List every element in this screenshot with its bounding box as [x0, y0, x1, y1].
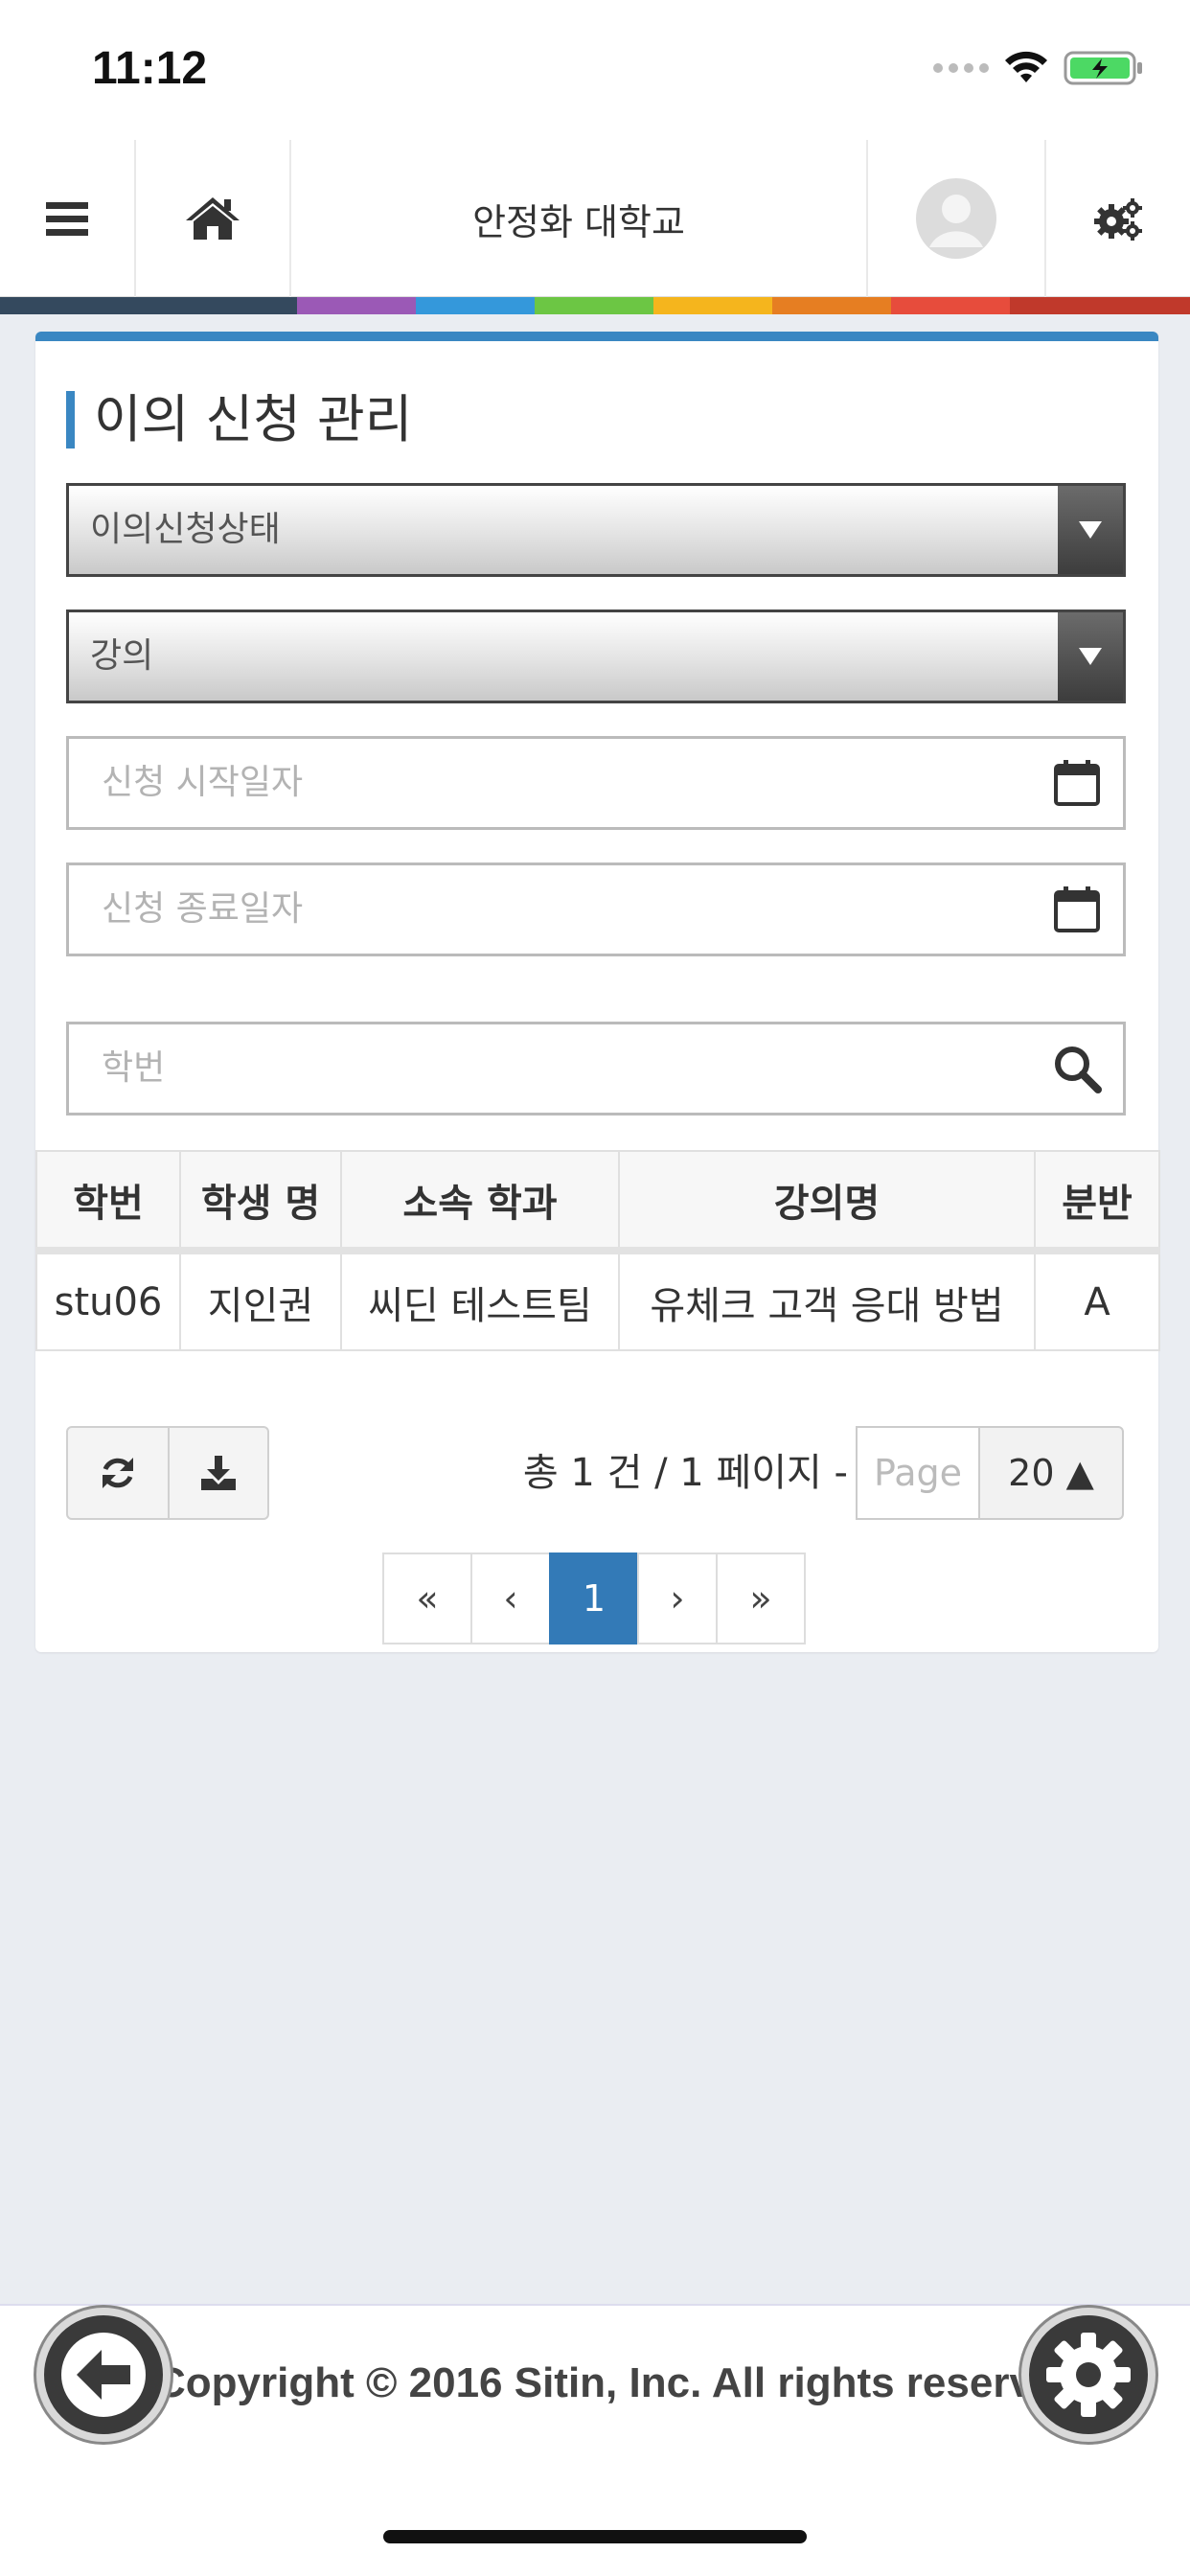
arrow-left-icon [61, 2333, 146, 2417]
last-page-button[interactable]: » [716, 1552, 806, 1644]
signal-icon [933, 63, 989, 73]
refresh-button[interactable] [68, 1428, 168, 1518]
download-button[interactable] [167, 1428, 267, 1518]
column-header[interactable]: 학생 명 [179, 1150, 342, 1254]
status-icons [933, 50, 1144, 86]
profile-button[interactable] [868, 140, 1044, 297]
student-id-search-input[interactable]: 학번 [66, 1022, 1126, 1116]
table-cell: 지인권 [179, 1250, 342, 1351]
home-button[interactable] [136, 140, 289, 297]
column-header[interactable]: 강의명 [618, 1150, 1036, 1254]
battery-icon [1064, 51, 1142, 85]
app-header: 안정화 대학교 [0, 140, 1190, 297]
status-bar: 11:12 [0, 0, 1190, 140]
color-strip [0, 297, 1190, 314]
table-tools [66, 1426, 269, 1520]
user-avatar-icon [916, 178, 996, 259]
gears-icon [1094, 198, 1142, 241]
page-title: 이의 신청 관리 [66, 391, 412, 448]
search-icon[interactable] [1052, 1044, 1102, 1093]
next-page-button[interactable]: › [637, 1552, 718, 1644]
table-header-row: 학번 학생 명 소속 학과 강의명 분반 [35, 1150, 1160, 1254]
settings-button[interactable] [1046, 140, 1190, 297]
first-page-button[interactable]: « [382, 1552, 472, 1644]
back-button[interactable] [36, 2308, 171, 2442]
status-select-value: 이의신청상태 [90, 510, 281, 549]
wifi-icon [1005, 51, 1047, 82]
table-cell: stu06 [35, 1250, 181, 1351]
calendar-icon[interactable] [1052, 885, 1102, 934]
status-time: 11:12 [92, 43, 208, 94]
table-cell: A [1034, 1250, 1160, 1351]
university-title: 안정화 대학교 [472, 200, 685, 243]
objection-table: 학번 학생 명 소속 학과 강의명 분반 stu06 지인권 씨딘 테스트팀 유… [35, 1150, 1160, 1351]
table-cell: 씨딘 테스트팀 [340, 1250, 620, 1351]
settings-fab-button[interactable] [1021, 2308, 1156, 2442]
footer: Copyright © 2016 Sitin, Inc. All rights … [0, 2304, 1190, 2467]
home-indicator[interactable] [383, 2530, 807, 2543]
status-select[interactable]: 이의신청상태 [66, 483, 1126, 577]
refresh-icon [102, 1458, 133, 1488]
column-header[interactable]: 분반 [1034, 1150, 1160, 1254]
pagination-info: 총 1 건 / 1 페이지 - [522, 1451, 848, 1495]
lecture-select[interactable]: 강의 [66, 610, 1126, 703]
page-number-input[interactable]: Page [856, 1426, 980, 1520]
objection-management-card: 이의 신청 관리 이의신청상태 강의 신청 시작일자 신청 종료일자 학번 학번… [35, 332, 1160, 1652]
home-icon [186, 197, 240, 240]
calendar-icon[interactable] [1052, 758, 1102, 808]
menu-button[interactable] [0, 140, 134, 297]
end-date-placeholder: 신청 종료일자 [102, 889, 304, 929]
start-date-placeholder: 신청 시작일자 [102, 763, 304, 802]
prev-page-button[interactable]: ‹ [470, 1552, 551, 1644]
table-row[interactable]: stu06 지인권 씨딘 테스트팀 유체크 고객 응대 방법 A [35, 1250, 1160, 1351]
page-size-select[interactable]: 20 ▲ [978, 1426, 1124, 1520]
hamburger-icon [46, 202, 88, 236]
lecture-select-value: 강의 [90, 636, 154, 676]
student-id-placeholder: 학번 [102, 1048, 166, 1088]
end-date-input[interactable]: 신청 종료일자 [66, 862, 1126, 956]
download-icon [200, 1456, 236, 1490]
dropdown-arrow-icon [1058, 486, 1123, 574]
pagination: « ‹ 1 › » [382, 1552, 806, 1644]
dropdown-arrow-icon [1058, 612, 1123, 701]
current-page-button[interactable]: 1 [549, 1552, 639, 1644]
column-header[interactable]: 소속 학과 [340, 1150, 620, 1254]
table-cell: 유체크 고객 응대 방법 [618, 1250, 1036, 1351]
gear-icon [1046, 2333, 1131, 2417]
copyright-text: Copyright © 2016 Sitin, Inc. All rights … [155, 2359, 1037, 2406]
start-date-input[interactable]: 신청 시작일자 [66, 736, 1126, 830]
column-header[interactable]: 학번 [35, 1150, 181, 1254]
